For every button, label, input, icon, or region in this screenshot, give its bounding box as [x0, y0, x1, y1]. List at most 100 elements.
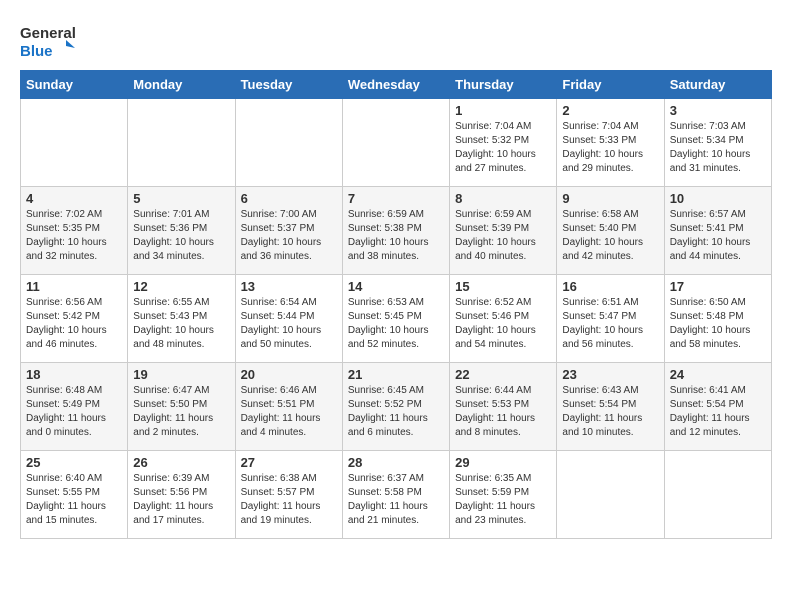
calendar-cell: 5 Sunrise: 7:01 AM Sunset: 5:36 PM Daylig…	[128, 187, 235, 275]
day-detail: Sunrise: 6:37 AM Sunset: 5:58 PM Dayligh…	[348, 472, 444, 528]
calendar-cell: 8 Sunrise: 6:59 AM Sunset: 5:39 PM Daylig…	[450, 187, 557, 275]
calendar-cell	[664, 451, 771, 539]
header-cell-friday: Friday	[557, 71, 664, 99]
calendar-cell: 18Sunrise: 6:48 AM Sunset: 5:49 PM Dayli…	[21, 363, 128, 451]
calendar-cell: 15 Sunrise: 6:52 AM Sunset: 5:46 PM Dayli…	[450, 275, 557, 363]
calendar-cell	[21, 99, 128, 187]
calendar-week-4: 18Sunrise: 6:48 AM Sunset: 5:49 PM Dayli…	[21, 363, 772, 451]
calendar-header-row: SundayMondayTuesdayWednesdayThursdayFrid…	[21, 71, 772, 99]
day-number: 22	[455, 367, 551, 382]
day-number: 29	[455, 455, 551, 470]
calendar-cell	[128, 99, 235, 187]
day-detail: Sunrise: 6:47 AM Sunset: 5:50 PM Dayligh…	[133, 384, 229, 440]
calendar-cell: 25 Sunrise: 6:40 AM Sunset: 5:55 PM Dayli…	[21, 451, 128, 539]
day-detail: Sunrise: 6:41 AM Sunset: 5:54 PM Dayligh…	[670, 384, 766, 440]
day-detail: Sunrise: 7:03 AM Sunset: 5:34 PM Dayligh…	[670, 120, 766, 176]
day-number: 9	[562, 191, 658, 206]
day-number: 12	[133, 279, 229, 294]
day-detail: Sunrise: 6:57 AM Sunset: 5:41 PM Dayligh…	[670, 208, 766, 264]
day-detail: Sunrise: 6:59 AM Sunset: 5:38 PM Dayligh…	[348, 208, 444, 264]
calendar-cell: 19 Sunrise: 6:47 AM Sunset: 5:50 PM Dayli…	[128, 363, 235, 451]
day-number: 15	[455, 279, 551, 294]
calendar-week-1: 1 Sunrise: 7:04 AM Sunset: 5:32 PM Daylig…	[21, 99, 772, 187]
day-number: 20	[241, 367, 337, 382]
day-number: 23	[562, 367, 658, 382]
calendar-cell: 24 Sunrise: 6:41 AM Sunset: 5:54 PM Dayli…	[664, 363, 771, 451]
day-detail: Sunrise: 7:01 AM Sunset: 5:36 PM Dayligh…	[133, 208, 229, 264]
day-detail: Sunrise: 6:58 AM Sunset: 5:40 PM Dayligh…	[562, 208, 658, 264]
day-number: 14	[348, 279, 444, 294]
day-detail: Sunrise: 6:56 AM Sunset: 5:42 PM Dayligh…	[26, 296, 122, 352]
header-cell-thursday: Thursday	[450, 71, 557, 99]
header-cell-tuesday: Tuesday	[235, 71, 342, 99]
logo: GeneralBlue	[20, 20, 80, 60]
calendar-cell: 11 Sunrise: 6:56 AM Sunset: 5:42 PM Dayli…	[21, 275, 128, 363]
day-number: 11	[26, 279, 122, 294]
calendar-week-3: 11 Sunrise: 6:56 AM Sunset: 5:42 PM Dayli…	[21, 275, 772, 363]
calendar-cell: 26 Sunrise: 6:39 AM Sunset: 5:56 PM Dayli…	[128, 451, 235, 539]
day-number: 26	[133, 455, 229, 470]
calendar-table: SundayMondayTuesdayWednesdayThursdayFrid…	[20, 70, 772, 539]
day-number: 7	[348, 191, 444, 206]
calendar-cell: 28Sunrise: 6:37 AM Sunset: 5:58 PM Dayli…	[342, 451, 449, 539]
day-number: 1	[455, 103, 551, 118]
day-detail: Sunrise: 7:04 AM Sunset: 5:32 PM Dayligh…	[455, 120, 551, 176]
calendar-cell: 4 Sunrise: 7:02 AM Sunset: 5:35 PM Daylig…	[21, 187, 128, 275]
day-detail: Sunrise: 6:40 AM Sunset: 5:55 PM Dayligh…	[26, 472, 122, 528]
svg-text:General: General	[20, 25, 76, 42]
day-detail: Sunrise: 6:52 AM Sunset: 5:46 PM Dayligh…	[455, 296, 551, 352]
calendar-cell	[342, 99, 449, 187]
day-detail: Sunrise: 6:54 AM Sunset: 5:44 PM Dayligh…	[241, 296, 337, 352]
day-number: 6	[241, 191, 337, 206]
header-cell-sunday: Sunday	[21, 71, 128, 99]
day-detail: Sunrise: 6:44 AM Sunset: 5:53 PM Dayligh…	[455, 384, 551, 440]
header-cell-wednesday: Wednesday	[342, 71, 449, 99]
calendar-cell	[557, 451, 664, 539]
calendar-cell: 9 Sunrise: 6:58 AM Sunset: 5:40 PM Daylig…	[557, 187, 664, 275]
svg-text:Blue: Blue	[20, 43, 53, 60]
calendar-cell: 27Sunrise: 6:38 AM Sunset: 5:57 PM Dayli…	[235, 451, 342, 539]
day-number: 3	[670, 103, 766, 118]
calendar-cell: 3 Sunrise: 7:03 AM Sunset: 5:34 PM Daylig…	[664, 99, 771, 187]
day-number: 16	[562, 279, 658, 294]
day-number: 13	[241, 279, 337, 294]
day-detail: Sunrise: 7:00 AM Sunset: 5:37 PM Dayligh…	[241, 208, 337, 264]
calendar-cell: 1 Sunrise: 7:04 AM Sunset: 5:32 PM Daylig…	[450, 99, 557, 187]
day-detail: Sunrise: 7:02 AM Sunset: 5:35 PM Dayligh…	[26, 208, 122, 264]
day-detail: Sunrise: 6:45 AM Sunset: 5:52 PM Dayligh…	[348, 384, 444, 440]
calendar-cell	[235, 99, 342, 187]
calendar-week-2: 4 Sunrise: 7:02 AM Sunset: 5:35 PM Daylig…	[21, 187, 772, 275]
day-detail: Sunrise: 6:59 AM Sunset: 5:39 PM Dayligh…	[455, 208, 551, 264]
header: GeneralBlue	[20, 15, 772, 60]
day-detail: Sunrise: 6:46 AM Sunset: 5:51 PM Dayligh…	[241, 384, 337, 440]
day-number: 10	[670, 191, 766, 206]
day-number: 5	[133, 191, 229, 206]
calendar-week-5: 25 Sunrise: 6:40 AM Sunset: 5:55 PM Dayli…	[21, 451, 772, 539]
calendar-cell: 2Sunrise: 7:04 AM Sunset: 5:33 PM Daylig…	[557, 99, 664, 187]
day-number: 24	[670, 367, 766, 382]
calendar-cell: 6 Sunrise: 7:00 AM Sunset: 5:37 PM Daylig…	[235, 187, 342, 275]
calendar-cell: 23 Sunrise: 6:43 AM Sunset: 5:54 PM Dayli…	[557, 363, 664, 451]
day-detail: Sunrise: 6:53 AM Sunset: 5:45 PM Dayligh…	[348, 296, 444, 352]
calendar-cell: 22 Sunrise: 6:44 AM Sunset: 5:53 PM Dayli…	[450, 363, 557, 451]
header-cell-saturday: Saturday	[664, 71, 771, 99]
calendar-cell: 7 Sunrise: 6:59 AM Sunset: 5:38 PM Daylig…	[342, 187, 449, 275]
day-number: 8	[455, 191, 551, 206]
calendar-cell: 17 Sunrise: 6:50 AM Sunset: 5:48 PM Dayli…	[664, 275, 771, 363]
day-number: 19	[133, 367, 229, 382]
calendar-cell: 21Sunrise: 6:45 AM Sunset: 5:52 PM Dayli…	[342, 363, 449, 451]
calendar-cell: 14 Sunrise: 6:53 AM Sunset: 5:45 PM Dayli…	[342, 275, 449, 363]
calendar-cell: 16 Sunrise: 6:51 AM Sunset: 5:47 PM Dayli…	[557, 275, 664, 363]
day-detail: Sunrise: 6:38 AM Sunset: 5:57 PM Dayligh…	[241, 472, 337, 528]
day-number: 4	[26, 191, 122, 206]
calendar-cell: 13 Sunrise: 6:54 AM Sunset: 5:44 PM Dayli…	[235, 275, 342, 363]
day-detail: Sunrise: 6:48 AM Sunset: 5:49 PM Dayligh…	[26, 384, 122, 440]
calendar-cell: 29Sunrise: 6:35 AM Sunset: 5:59 PM Dayli…	[450, 451, 557, 539]
calendar-cell: 12Sunrise: 6:55 AM Sunset: 5:43 PM Dayli…	[128, 275, 235, 363]
day-detail: Sunrise: 6:50 AM Sunset: 5:48 PM Dayligh…	[670, 296, 766, 352]
day-detail: Sunrise: 6:43 AM Sunset: 5:54 PM Dayligh…	[562, 384, 658, 440]
day-number: 25	[26, 455, 122, 470]
day-detail: Sunrise: 6:39 AM Sunset: 5:56 PM Dayligh…	[133, 472, 229, 528]
day-number: 17	[670, 279, 766, 294]
day-detail: Sunrise: 6:51 AM Sunset: 5:47 PM Dayligh…	[562, 296, 658, 352]
